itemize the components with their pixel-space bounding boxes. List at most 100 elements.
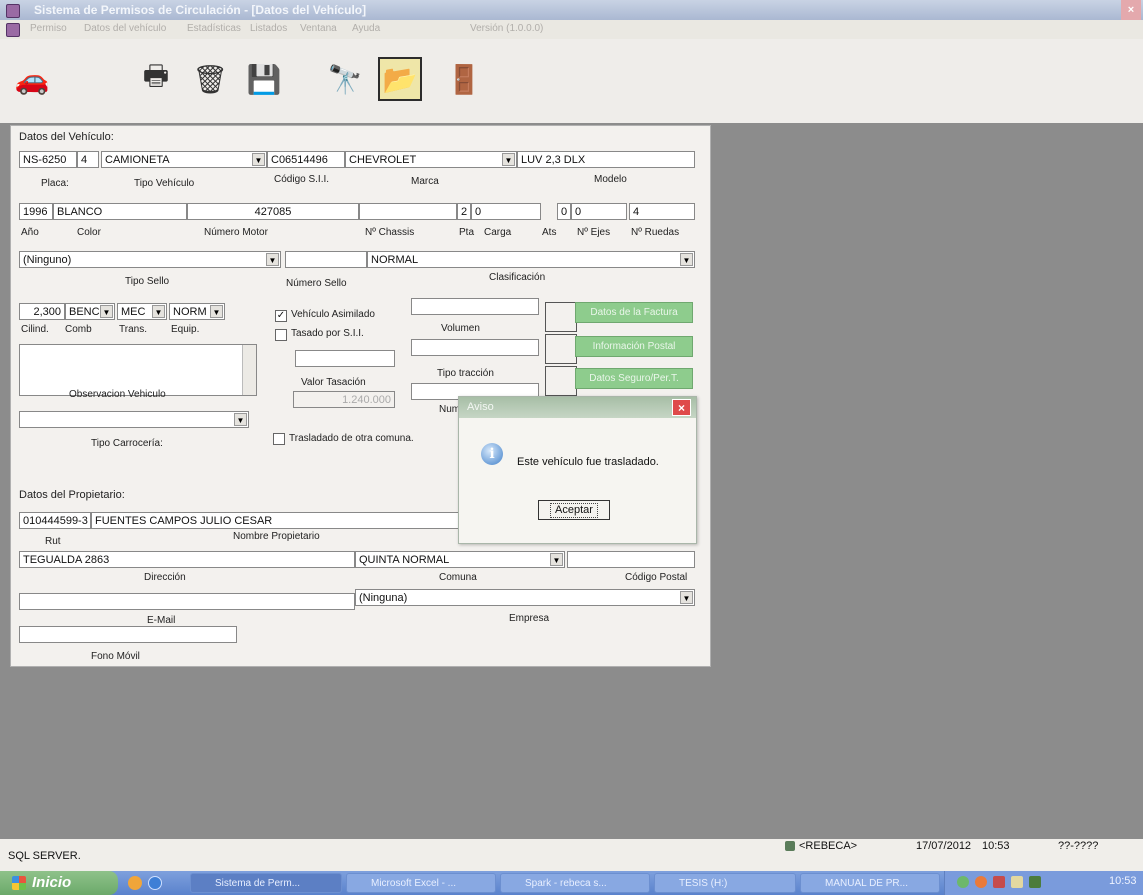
comuna-select[interactable]: QUINTA NORMAL ▼ bbox=[355, 551, 565, 568]
taskbar-item-manual[interactable]: MANUAL DE PR... bbox=[800, 873, 940, 893]
menu-estadisticas[interactable]: Estadísticas bbox=[187, 23, 241, 34]
numero-motor-field[interactable]: 427085 bbox=[187, 203, 359, 220]
tipo-sello-select[interactable]: (Ninguno) ▼ bbox=[19, 251, 281, 268]
trasladado-checkbox[interactable] bbox=[273, 433, 285, 445]
toolbar: 🚗 🖶 🗑 💾 🔭 📂 🚪 bbox=[0, 39, 1143, 123]
direccion-label: Dirección bbox=[144, 572, 186, 583]
tipo-vehiculo-select[interactable]: CAMIONETA ▼ bbox=[101, 151, 267, 168]
chevron-down-icon[interactable]: ▼ bbox=[100, 305, 113, 318]
equipamiento-select[interactable]: NORM ▼ bbox=[169, 303, 225, 320]
tipo-carroceria-select[interactable]: ▼ bbox=[19, 411, 249, 428]
modelo-field[interactable]: LUV 2,3 DLX bbox=[517, 151, 695, 168]
taskbar-item-excel[interactable]: Microsoft Excel - ... bbox=[346, 873, 496, 893]
window-close-button[interactable]: × bbox=[1121, 0, 1141, 20]
tipo-vehiculo-value: CAMIONETA bbox=[105, 154, 170, 166]
clasificacion-select[interactable]: NORMAL ▼ bbox=[367, 251, 695, 268]
printer-icon[interactable]: 🖶 bbox=[136, 59, 176, 99]
codigo-postal-label: Código Postal bbox=[625, 572, 688, 583]
user-status: <REBECA> bbox=[799, 840, 858, 852]
messenger-icon[interactable] bbox=[993, 876, 1005, 888]
placa-field[interactable]: NS-6250 bbox=[19, 151, 77, 168]
car-icon[interactable]: 🚗 bbox=[12, 59, 52, 99]
transmision-select[interactable]: MEC ▼ bbox=[117, 303, 167, 320]
chevron-down-icon[interactable]: ▼ bbox=[152, 305, 165, 318]
codigo-postal-field[interactable] bbox=[567, 551, 695, 568]
chevron-down-icon[interactable]: ▼ bbox=[502, 153, 515, 166]
nombre-propietario-label: Nombre Propietario bbox=[233, 531, 320, 542]
chevron-down-icon[interactable]: ▼ bbox=[680, 591, 693, 604]
ejes-field[interactable]: 0 bbox=[571, 203, 627, 220]
taskbar-item-sistema[interactable]: Sistema de Perm... bbox=[190, 873, 342, 893]
chassis-field[interactable] bbox=[359, 203, 457, 220]
placa-dv-field[interactable]: 4 bbox=[77, 151, 99, 168]
ruedas-field[interactable]: 4 bbox=[629, 203, 695, 220]
direccion-field[interactable]: TEGUALDA 2863 bbox=[19, 551, 355, 568]
status-bar: SQL SERVER. <REBECA> 17/07/2012 10:53 ??… bbox=[0, 839, 1143, 871]
menu-ayuda[interactable]: Ayuda bbox=[352, 23, 380, 34]
menu-ventana[interactable]: Ventana bbox=[300, 23, 337, 34]
comuna-label: Comuna bbox=[439, 572, 477, 583]
firefox-icon[interactable] bbox=[128, 876, 142, 890]
chevron-down-icon[interactable]: ▼ bbox=[234, 413, 247, 426]
informacion-postal-button[interactable]: Información Postal bbox=[575, 336, 693, 357]
taskbar-item-tesis[interactable]: TESIS (H:) bbox=[654, 873, 796, 893]
tasacion-empty-field[interactable] bbox=[295, 350, 395, 367]
menu-permiso[interactable]: Permiso bbox=[30, 23, 67, 34]
tasado-sii-checkbox[interactable] bbox=[275, 329, 287, 341]
browser-icon[interactable] bbox=[148, 876, 162, 890]
menu-datos-vehiculo[interactable]: Datos del vehículo bbox=[84, 23, 166, 34]
rut-field[interactable]: 010444599-3 bbox=[19, 512, 91, 529]
combustible-select[interactable]: BENC ▼ bbox=[65, 303, 115, 320]
numero-motor-label: Número Motor bbox=[204, 227, 268, 238]
marca-select[interactable]: CHEVROLET ▼ bbox=[345, 151, 517, 168]
vehiculo-asimilado-checkbox[interactable]: ✓ bbox=[275, 310, 287, 322]
rut-label: Rut bbox=[45, 536, 61, 547]
window-title-bar: Sistema de Permisos de Circulación - [Da… bbox=[0, 0, 1143, 20]
email-field[interactable] bbox=[19, 593, 355, 610]
chevron-down-icon[interactable]: ▼ bbox=[680, 253, 693, 266]
puertas-field[interactable]: 2 bbox=[457, 203, 471, 220]
empresa-select[interactable]: (Ninguna) ▼ bbox=[355, 589, 695, 606]
clasificacion-value: NORMAL bbox=[371, 254, 419, 266]
volumen-field-top[interactable] bbox=[411, 298, 539, 315]
marca-label: Marca bbox=[411, 176, 439, 187]
language-icon[interactable] bbox=[1029, 876, 1041, 888]
menu-app-icon[interactable] bbox=[6, 23, 20, 37]
cilindrada-field[interactable]: 2,300 bbox=[19, 303, 65, 320]
door-exit-icon[interactable]: 🚪 bbox=[444, 59, 484, 99]
chevron-down-icon[interactable]: ▼ bbox=[252, 153, 265, 166]
datos-factura-button[interactable]: Datos de la Factura bbox=[575, 302, 693, 323]
chevron-down-icon[interactable]: ▼ bbox=[550, 553, 563, 566]
color-field[interactable]: BLANCO bbox=[53, 203, 187, 220]
chevron-down-icon[interactable]: ▼ bbox=[210, 305, 223, 318]
tipo-vehiculo-label: Tipo Vehículo bbox=[134, 178, 195, 189]
codigo-sii-field[interactable]: C06514496 bbox=[267, 151, 345, 168]
combustible-value: BENC bbox=[69, 306, 100, 318]
taskbar-item-spark[interactable]: Spark - rebeca s... bbox=[500, 873, 650, 893]
dialog-message: Este vehículo fue trasladado. bbox=[517, 456, 659, 468]
clock: 10:53 bbox=[1109, 875, 1137, 887]
asientos-field[interactable]: 0 bbox=[557, 203, 571, 220]
observacion-scrollbar[interactable] bbox=[242, 345, 256, 395]
binoculars-icon[interactable]: 🔭 bbox=[325, 59, 365, 99]
menu-listados[interactable]: Listados bbox=[250, 23, 287, 34]
fono-movil-field[interactable] bbox=[19, 626, 237, 643]
tipo-sello-value: (Ninguno) bbox=[23, 254, 72, 266]
aceptar-button[interactable]: Aceptar bbox=[538, 500, 610, 520]
trash-icon[interactable]: 🗑 bbox=[190, 59, 230, 99]
owner-section-title: Datos del Propietario: bbox=[19, 489, 125, 501]
nombre-propietario-field[interactable]: FUENTES CAMPOS JULIO CESAR bbox=[91, 512, 471, 529]
numero-sello-field[interactable] bbox=[285, 251, 367, 268]
antivirus-icon[interactable] bbox=[975, 876, 987, 888]
save-icon[interactable]: 💾 bbox=[244, 59, 284, 99]
anio-field[interactable]: 1996 bbox=[19, 203, 53, 220]
tipo-traccion-field[interactable] bbox=[411, 339, 539, 356]
datos-seguro-button[interactable]: Datos Seguro/Per.T. bbox=[575, 368, 693, 389]
dialog-close-button[interactable]: × bbox=[672, 399, 691, 416]
network-icon[interactable] bbox=[957, 876, 969, 888]
folder-icon[interactable]: 📂 bbox=[378, 57, 422, 101]
carga-field[interactable]: 0 bbox=[471, 203, 541, 220]
volume-icon[interactable] bbox=[1011, 876, 1023, 888]
chevron-down-icon[interactable]: ▼ bbox=[266, 253, 279, 266]
start-button[interactable]: Inicio bbox=[0, 871, 118, 895]
